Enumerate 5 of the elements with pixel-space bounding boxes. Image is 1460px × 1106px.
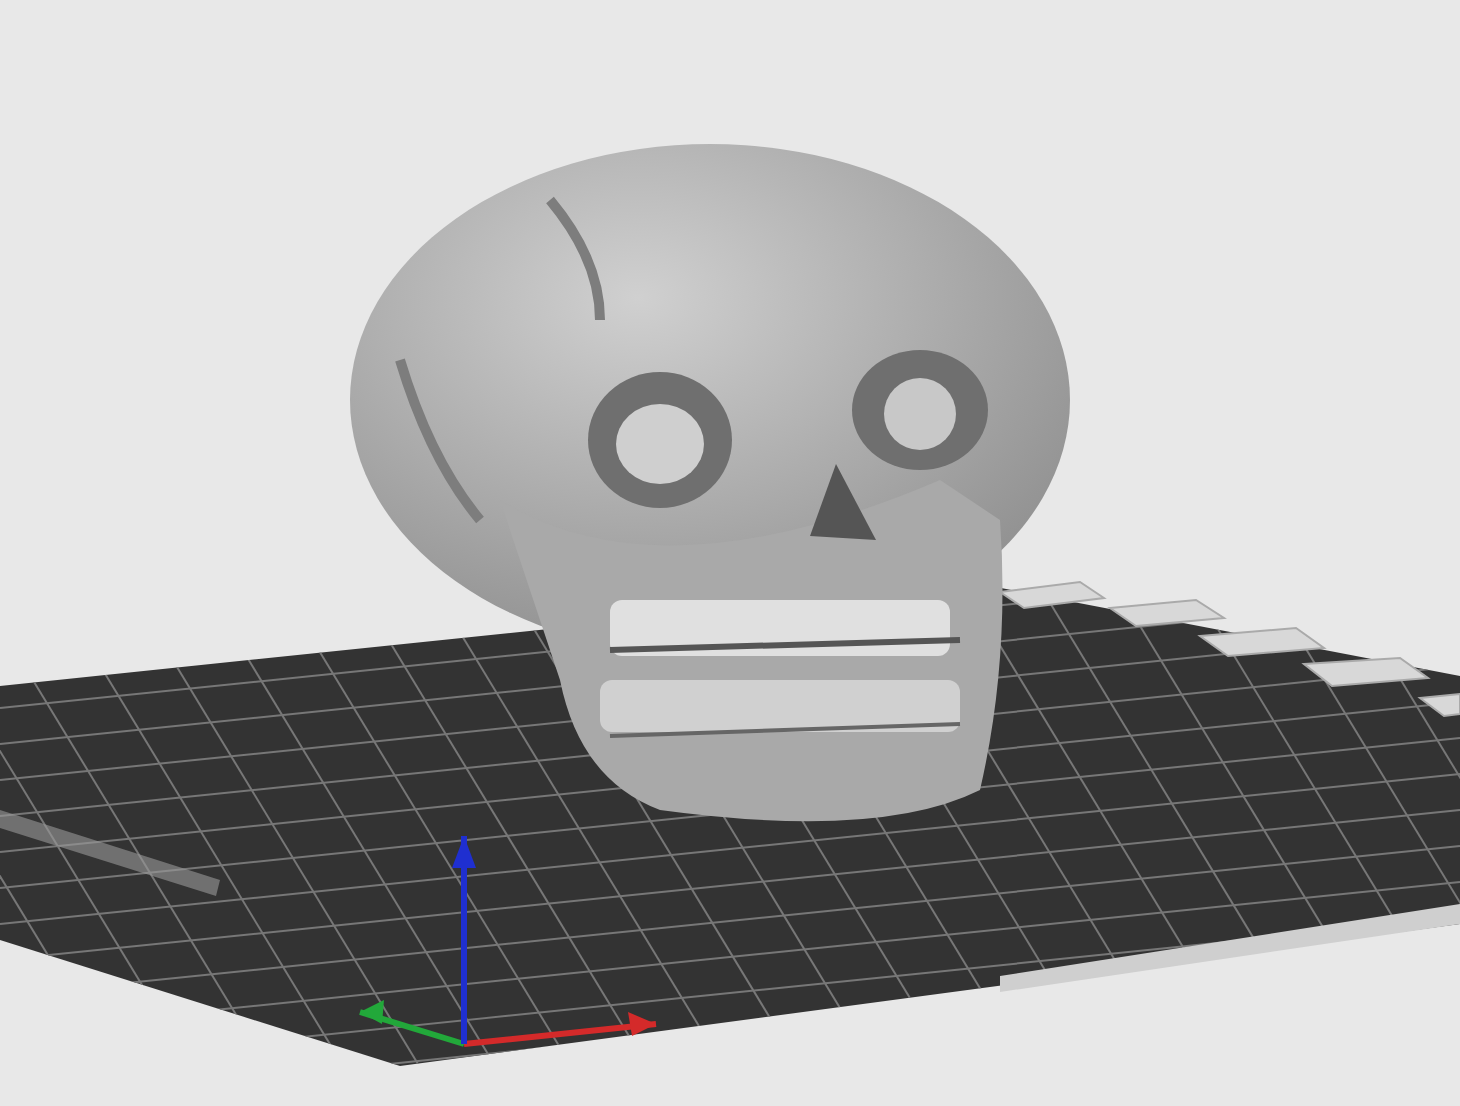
bed-marking-icon <box>1197 626 1327 658</box>
bed-marking-icon <box>997 580 1107 610</box>
bed-marking-icon <box>1107 598 1227 628</box>
bed-marking-icon <box>1417 692 1460 718</box>
bed-marking-icon <box>1301 656 1431 688</box>
